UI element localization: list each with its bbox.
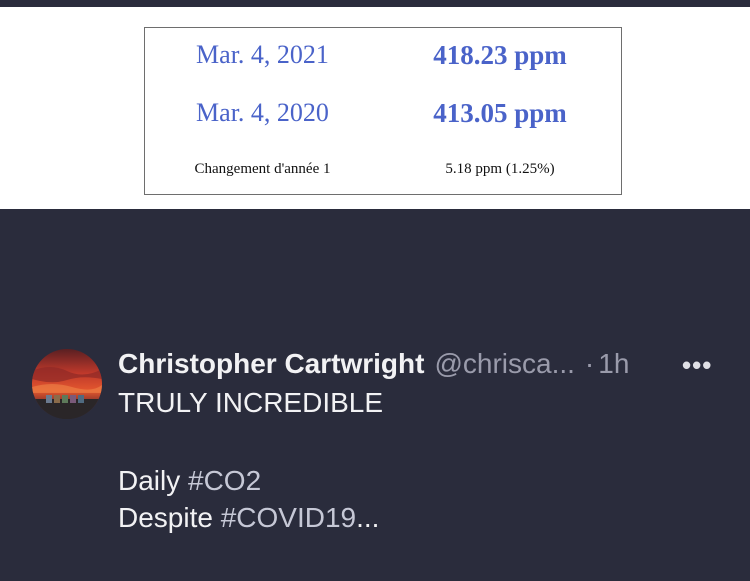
dot-separator: · [584, 348, 595, 379]
top-strip [0, 0, 750, 7]
co2-data-table: Mar. 4, 2021 418.23 ppm Mar. 4, 2020 413… [144, 27, 622, 195]
author-handle[interactable]: @chrisca... [434, 348, 574, 380]
timestamp[interactable]: 1h [598, 348, 629, 380]
hashtag-co2[interactable]: #CO2 [188, 465, 261, 496]
avatar[interactable] [32, 349, 102, 419]
avatar-sunset-image [32, 349, 102, 419]
date-2020: Mar. 4, 2020 [196, 98, 329, 127]
date-2021: Mar. 4, 2021 [196, 40, 329, 69]
tweet-text-line: TRULY INCREDIBLE [118, 387, 384, 418]
change-label: Changement d'année 1 [194, 161, 331, 177]
tweet-text-line: Despite #COVID19... [118, 502, 379, 534]
hashtag-covid19[interactable]: #COVID19 [221, 502, 356, 533]
ppm-2021: 418.23 ppm [433, 40, 567, 70]
ellipsis: ... [356, 502, 380, 533]
text-despite: Despite [118, 502, 221, 533]
tweet[interactable]: Christopher Cartwright @chrisca... · 1h … [0, 209, 750, 581]
text-daily: Daily [118, 465, 189, 496]
tweet-header: Christopher Cartwright @chrisca... · 1h [118, 347, 629, 381]
author-name[interactable]: Christopher Cartwright [118, 348, 424, 380]
change-value: 5.18 ppm (1.25%) [445, 161, 555, 177]
tweet-text-line: Daily #CO2 [118, 465, 261, 497]
co2-image[interactable]: Mar. 4, 2021 418.23 ppm Mar. 4, 2020 413… [0, 7, 750, 209]
ppm-2020: 413.05 ppm [433, 98, 567, 128]
more-horizontal-icon[interactable]: ••• [682, 350, 712, 381]
